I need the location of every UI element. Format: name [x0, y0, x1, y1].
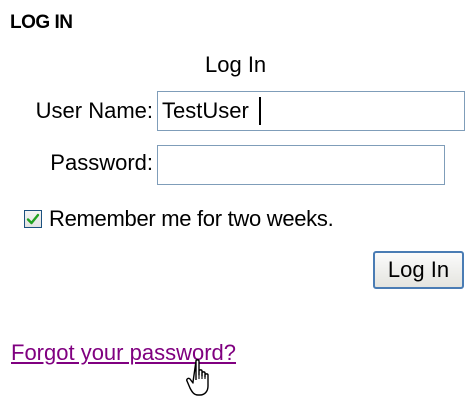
- remember-me-row: Remember me for two weeks.: [24, 206, 334, 232]
- text-caret: [259, 97, 261, 125]
- section-title: LOG IN: [10, 12, 73, 33]
- remember-me-label: Remember me for two weeks.: [49, 206, 334, 231]
- username-input[interactable]: [157, 91, 465, 131]
- username-label: User Name:: [35, 98, 153, 123]
- password-input[interactable]: [157, 145, 445, 185]
- login-submit-button[interactable]: Log In: [373, 251, 464, 289]
- login-form-title: Log In: [205, 52, 267, 77]
- checkmark-icon: [26, 213, 40, 225]
- remember-me-checkbox[interactable]: [24, 210, 42, 228]
- forgot-password-link[interactable]: Forgot your password?: [11, 340, 236, 366]
- password-label: Password:: [50, 150, 153, 175]
